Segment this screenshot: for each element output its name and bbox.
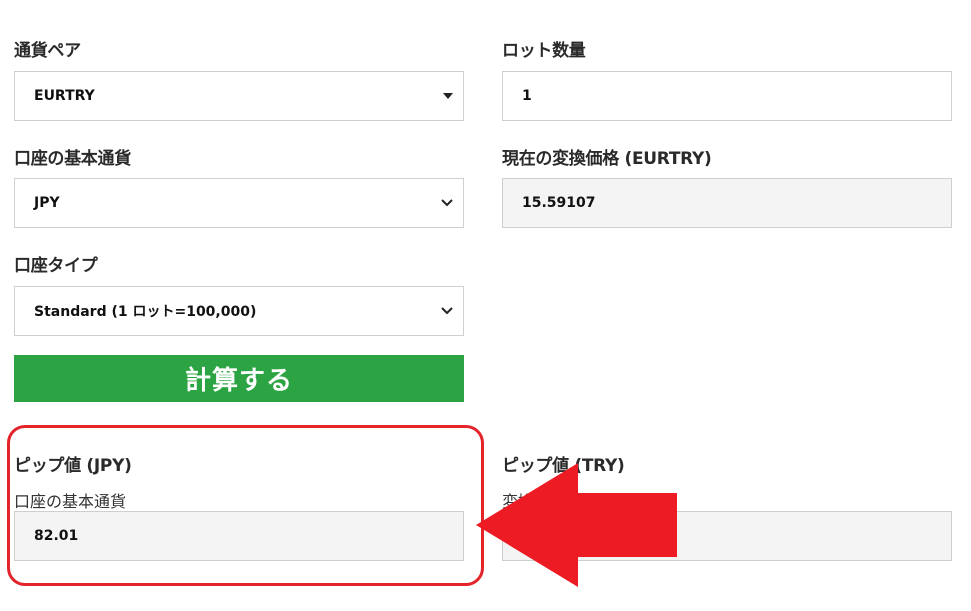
lot-size-label: ロット数量 xyxy=(502,41,586,61)
base-currency-value: JPY xyxy=(34,195,60,211)
account-type-select[interactable]: Standard (1 ロット=100,000) xyxy=(14,286,464,336)
currency-pair-label: 通貨ペア xyxy=(14,41,81,61)
base-currency-label: 口座の基本通貨 xyxy=(14,149,131,169)
caret-down-icon xyxy=(443,93,453,99)
account-type-value: Standard (1 ロット=100,000) xyxy=(34,304,257,320)
calculate-button[interactable]: 計算する xyxy=(14,355,464,402)
chevron-down-icon xyxy=(441,199,453,207)
lot-size-input[interactable]: 1 xyxy=(502,71,952,121)
pip-calculator-page: 通貨ペア EURTRY 口座の基本通貨 JPY 口座タイプ Standard (… xyxy=(0,0,971,611)
pip-value-jpy-label: ピップ値 (JPY) xyxy=(14,456,132,476)
conversion-price-value: 15.59107 xyxy=(522,195,596,211)
red-arrow-icon xyxy=(476,463,677,587)
currency-pair-select[interactable]: EURTRY xyxy=(14,71,464,121)
pip-value-jpy-sublabel: 口座の基本通貨 xyxy=(14,492,127,511)
base-currency-select[interactable]: JPY xyxy=(14,178,464,228)
lot-size-value: 1 xyxy=(522,88,532,104)
account-type-label: 口座タイプ xyxy=(14,256,98,276)
chevron-down-icon xyxy=(441,307,453,315)
conversion-price-label: 現在の変換価格 (EURTRY) xyxy=(502,149,712,169)
pip-value-jpy-field: 82.01 xyxy=(14,511,464,561)
conversion-price-field: 15.59107 xyxy=(502,178,952,228)
currency-pair-value: EURTRY xyxy=(34,88,95,104)
pip-value-jpy-value: 82.01 xyxy=(34,528,79,544)
